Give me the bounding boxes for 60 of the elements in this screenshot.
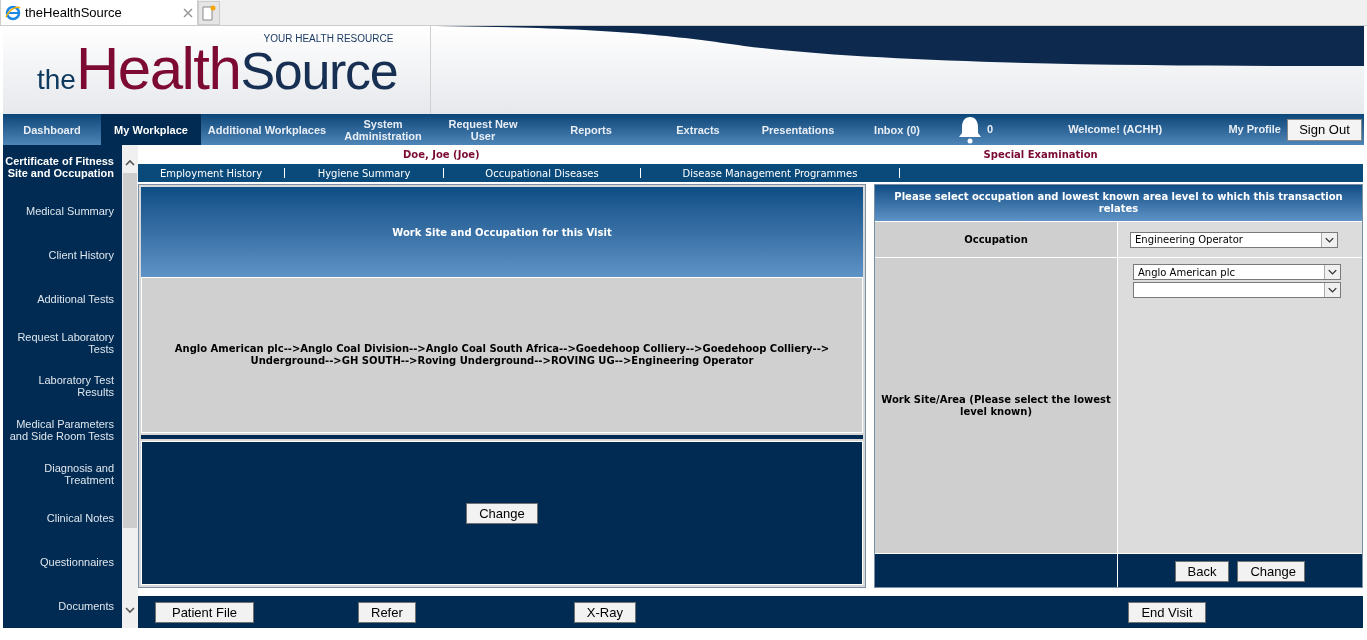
- bell-icon[interactable]: [957, 114, 983, 145]
- dropdown-field[interactable]: Engineering Operator: [1130, 231, 1338, 248]
- sidebar-item[interactable]: Client History: [3, 232, 122, 277]
- sidebar-item[interactable]: Questionnaires: [3, 540, 122, 585]
- dropdown-field[interactable]: [1133, 282, 1341, 298]
- nav-tab[interactable]: Request New User: [433, 114, 533, 145]
- dropdown-field[interactable]: Anglo American plc: [1133, 264, 1341, 280]
- panel-title: Work Site and Occupation for this Visit: [392, 225, 612, 240]
- sign-out-button[interactable]: Sign Out: [1287, 118, 1362, 141]
- chevron-down-icon: [1321, 232, 1337, 247]
- dropdown-value: Engineering Operator: [1134, 233, 1244, 247]
- sidebar-item[interactable]: Medical Parameters and Side Room Tests: [3, 408, 122, 453]
- sub-tab[interactable]: Occupational Diseases: [444, 165, 640, 181]
- footer-button[interactable]: Patient File: [155, 601, 254, 623]
- sidebar-item[interactable]: Diagnosis and Treatment: [3, 452, 122, 497]
- sidebar-item[interactable]: Request Laboratory Tests: [3, 320, 122, 365]
- chevron-down-icon[interactable]: [124, 604, 136, 616]
- chevron-down-icon: [1324, 283, 1340, 297]
- work-site-label: Work Site/Area (Please select the lowest level known): [880, 393, 1112, 418]
- sidebar-item[interactable]: Certificate of Fitness Site and Occupation: [3, 145, 122, 189]
- occupation-label: Occupation: [964, 233, 1028, 247]
- my-profile-link[interactable]: My Profile: [1228, 121, 1281, 138]
- sidebar-item[interactable]: Laboratory Test Results: [3, 364, 122, 409]
- tab-title: theHealthSource: [25, 3, 123, 22]
- browser-tab[interactable]: theHealthSource: [0, 0, 198, 25]
- sub-tab[interactable]: Hygiene Summary: [285, 165, 443, 181]
- work-site-path: Anglo American plc-->Anglo Coal Division-->Anglo Coal South Africa-->Goedehoop Colliery-->Goedehoop Colliery-->Underground-->GH SOUTH-->Roving Underground-->ROVING UG-->Engineering Operator: [173, 343, 831, 367]
- nav-tab[interactable]: System Administration: [333, 114, 433, 145]
- sidebar-item[interactable]: Documents: [3, 584, 122, 628]
- nav-tab[interactable]: Additional Workplaces: [201, 114, 333, 145]
- sub-tab[interactable]: Employment History: [138, 165, 284, 181]
- sidebar-item[interactable]: Additional Tests: [3, 276, 122, 321]
- footer-button[interactable]: X-Ray: [573, 601, 636, 623]
- examination-type: Special Examination: [983, 148, 1098, 162]
- browser-logo-icon: [5, 4, 21, 21]
- nav-tab[interactable]: My Workplace: [101, 114, 201, 145]
- scrollbar-thumb[interactable]: [123, 173, 137, 528]
- nav-tab[interactable]: Presentations: [747, 114, 849, 145]
- nav-tab[interactable]: Extracts: [649, 114, 747, 145]
- footer-button[interactable]: End Visit: [1127, 601, 1206, 623]
- nav-tab[interactable]: Dashboard: [3, 114, 101, 145]
- nav-tab[interactable]: Inbox (0): [849, 114, 945, 145]
- scrollbar[interactable]: [122, 145, 138, 628]
- notification-count: 0: [987, 122, 994, 138]
- dropdown-value: Anglo American plc: [1137, 265, 1236, 280]
- logo-tagline: YOUR HEALTH RESOURCE: [263, 33, 394, 44]
- patient-name: Doe, Joe (Joe): [403, 148, 480, 162]
- sidebar-item[interactable]: Medical Summary: [3, 188, 122, 233]
- chevron-down-icon: [1324, 265, 1340, 279]
- change-button[interactable]: Change: [466, 502, 538, 524]
- sidebar-item[interactable]: Clinical Notes: [3, 496, 122, 541]
- close-icon[interactable]: [183, 7, 193, 18]
- nav-tab[interactable]: Reports: [533, 114, 649, 145]
- panel-title: Please select occupation and lowest known area level to which this transaction relates: [893, 191, 1344, 215]
- sub-tab[interactable]: Disease Management Programmes: [641, 165, 899, 181]
- back-button[interactable]: Back: [1174, 561, 1230, 582]
- new-page-icon: [202, 5, 216, 21]
- welcome-text: Welcome! (ACHH): [1068, 122, 1164, 138]
- change-button[interactable]: Change: [1237, 561, 1306, 582]
- footer-button[interactable]: Refer: [358, 601, 416, 623]
